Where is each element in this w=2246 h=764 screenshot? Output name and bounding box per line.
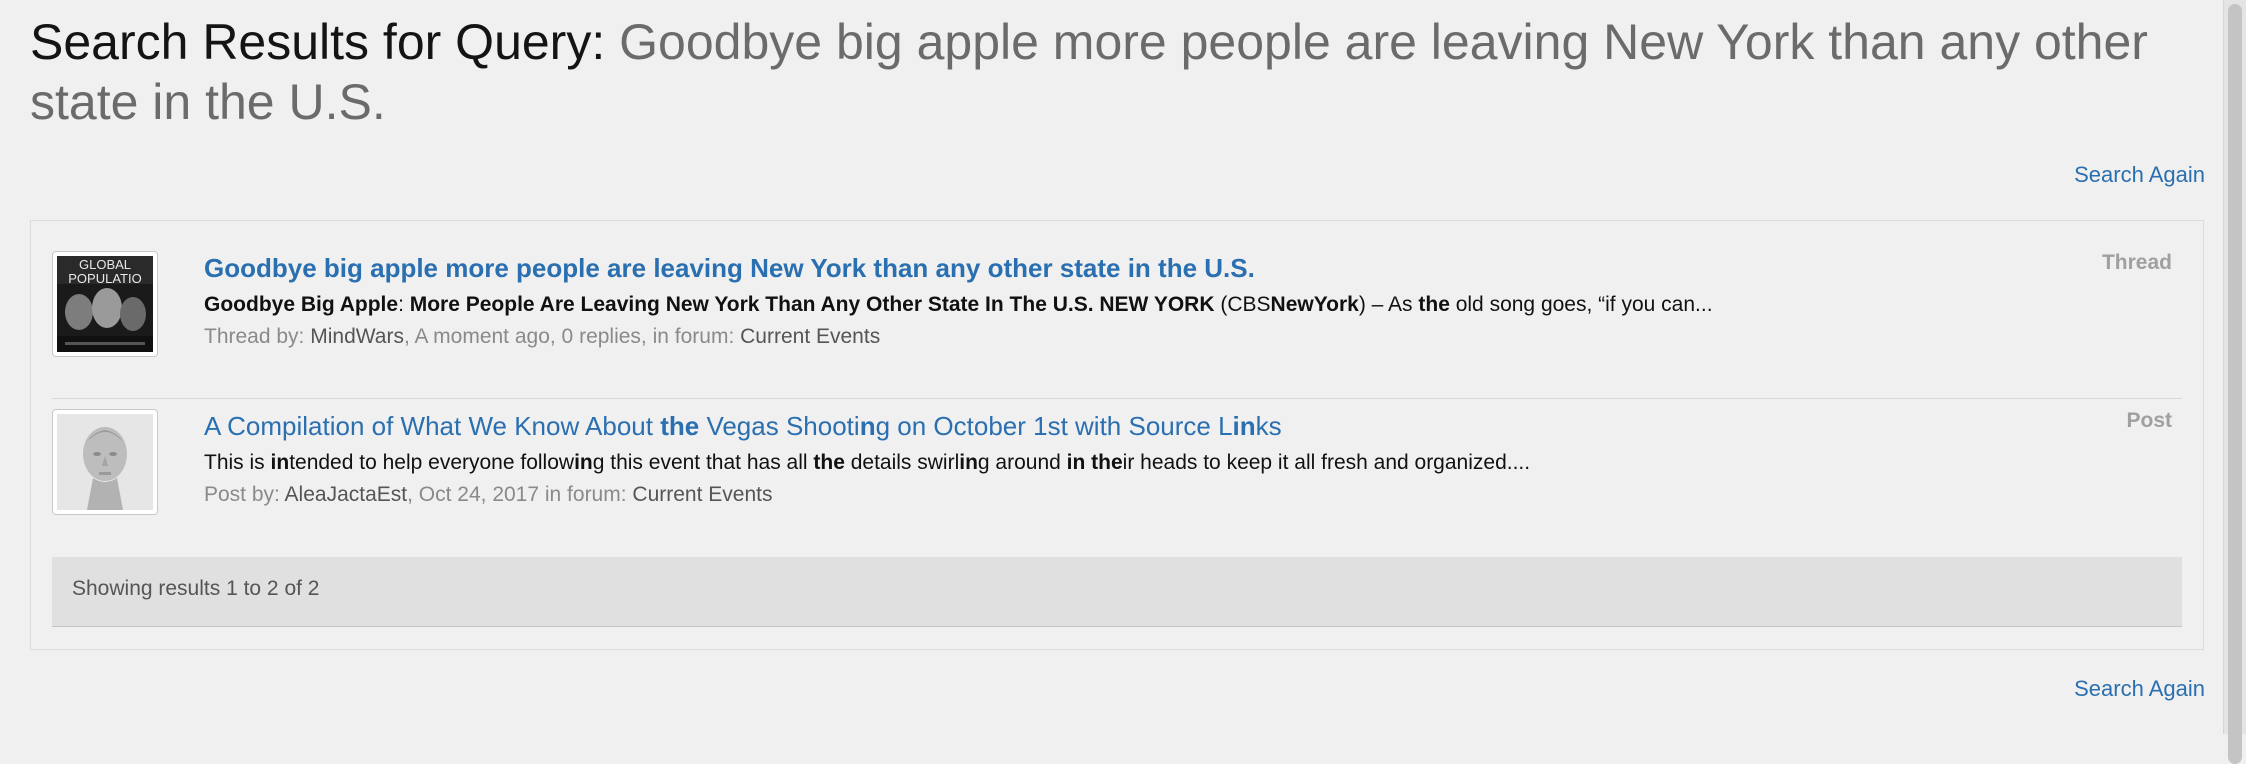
text-segment: A Compilation of What We Know About	[204, 411, 661, 441]
result-title-link[interactable]: Goodbye big apple more people are leavin…	[204, 251, 2104, 285]
highlighted-term: in	[1232, 411, 1256, 441]
highlighted-term: the	[813, 451, 845, 474]
text-segment: Vegas Shooti	[699, 411, 860, 441]
highlighted-term: the	[660, 411, 700, 441]
text-segment: details swirl	[844, 451, 960, 474]
forum-link[interactable]: Current Events	[632, 483, 772, 506]
text-segment: :	[398, 293, 410, 316]
result-title-link[interactable]: A Compilation of What We Know About the …	[204, 409, 2104, 443]
result-meta: Post by: AleaJactaEst, Oct 24, 2017 in f…	[204, 481, 2104, 509]
svg-text:POPULATIO: POPULATIO	[68, 271, 141, 286]
results-list: GLOBAL POPULATIO Goodbye big apple more …	[30, 220, 2204, 650]
text-segment: This is	[204, 451, 271, 474]
meta-prefix: Thread by:	[204, 325, 311, 348]
global-population-thumbnail: GLOBAL POPULATIO	[57, 256, 153, 352]
search-again-link-bottom[interactable]: Search Again	[2074, 676, 2205, 702]
meta-prefix: Post by:	[204, 483, 285, 506]
result-divider	[52, 398, 2182, 399]
highlighted-term: in	[959, 451, 978, 474]
author-link[interactable]: MindWars	[310, 325, 404, 348]
result-type-label: Thread	[2101, 251, 2172, 274]
search-again-link-top[interactable]: Search Again	[2074, 162, 2205, 188]
result-snippet: Goodbye Big Apple: More People Are Leavi…	[204, 291, 2104, 319]
svg-text:GLOBAL: GLOBAL	[79, 257, 131, 272]
result-snippet: This is intended to help everyone follow…	[204, 449, 2104, 477]
text-segment: ks	[1255, 411, 1282, 441]
scrollbar-thumb[interactable]	[2228, 4, 2242, 764]
results-count: Showing results 1 to 2 of 2	[72, 577, 320, 600]
highlighted-term: in the	[1066, 451, 1123, 474]
text-segment: tended to help everyone follow	[289, 451, 575, 474]
highlighted-term: Goodbye Big Apple	[204, 293, 399, 316]
text-segment: g on October 1st with Source L	[875, 411, 1233, 441]
meta-details: , A moment ago, 0 replies, in forum:	[403, 325, 741, 348]
author-link[interactable]: AleaJactaEst	[285, 483, 408, 506]
text-segment: g around	[977, 451, 1067, 474]
text-segment: old song goes, “if you can...	[1449, 293, 1713, 316]
highlighted-term: in	[270, 451, 290, 474]
highlighted-term: More People Are Leaving New York Than An…	[409, 293, 1215, 316]
forum-link[interactable]: Current Events	[740, 325, 880, 348]
query-label: Search Results for Query:	[30, 14, 606, 70]
text-segment: (CBS	[1214, 293, 1271, 316]
page-title: Search Results for Query: Goodbye big ap…	[30, 12, 2210, 132]
marble-bust-avatar	[57, 414, 153, 510]
text-segment: ir heads to keep it all fresh and organi…	[1122, 451, 1531, 474]
thread-avatar[interactable]: GLOBAL POPULATIO	[52, 251, 158, 357]
user-avatar[interactable]	[52, 409, 158, 515]
meta-details: , Oct 24, 2017 in forum:	[407, 483, 633, 506]
highlighted-term: in	[574, 451, 593, 474]
vertical-scrollbar[interactable]	[2223, 0, 2246, 764]
result-meta: Thread by: MindWars, A moment ago, 0 rep…	[204, 323, 2104, 351]
text-segment: ) – As	[1358, 293, 1419, 316]
search-results-page: Search Results for Query: Goodbye big ap…	[0, 0, 2215, 734]
result-type-label: Post	[2126, 409, 2172, 432]
highlighted-term: the	[1418, 293, 1450, 316]
text-segment: g this event that has all	[592, 451, 814, 474]
results-footer: Showing results 1 to 2 of 2	[52, 557, 2182, 627]
highlighted-term: n	[859, 411, 876, 441]
highlighted-term: NewYork	[1270, 293, 1359, 316]
